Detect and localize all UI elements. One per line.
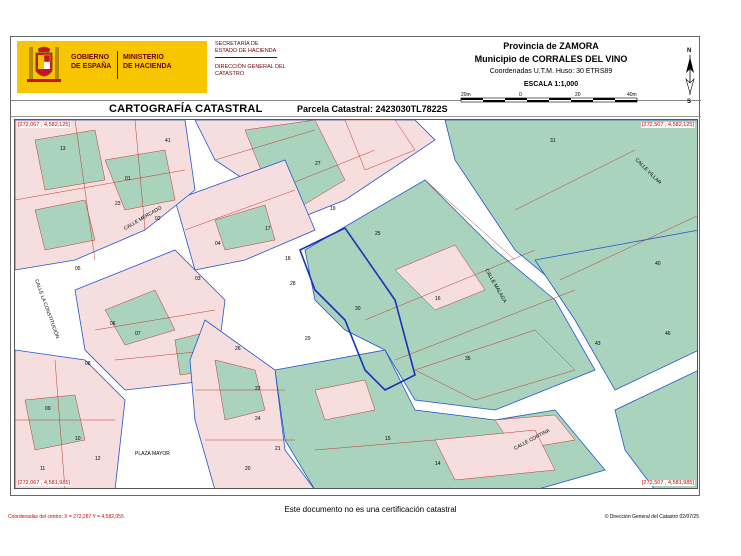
north-arrow-icon: N S <box>679 45 701 105</box>
scale-tick-label: 0 <box>519 92 522 98</box>
cadastral-map[interactable]: CALLE MALAGA CALLE VILLAR CALLE CORTINA CAL… <box>14 119 698 489</box>
parcel-number: 31 <box>550 138 556 144</box>
parcel-number: 11 <box>40 466 45 472</box>
ministerio-label: MINISTERIO DE HACIENDA <box>123 54 172 70</box>
provincia-title: Provincia de ZAMORA <box>503 41 599 51</box>
corner-coordinate-tr: [272,507 , 4,582,125] <box>641 122 695 128</box>
parcel-number: 12 <box>95 456 101 462</box>
parcela-id: Parcela Catastral: 2423030TL7822S <box>297 104 448 114</box>
parcel-number: 10 <box>75 436 81 442</box>
coat-of-arms-icon <box>25 45 63 89</box>
parcel-number: 23 <box>115 201 121 207</box>
corner-coordinate-tl: [272,067 , 4,582,125] <box>17 122 71 128</box>
secretaria-label: SECRETARÍA DE ESTADO DE HACIENDA <box>215 41 277 58</box>
parcel-number: 18 <box>285 256 291 262</box>
coordinate-system: Coordenadas U.T.M. Huso: 30 ETRS89 <box>489 68 613 75</box>
scale-segment <box>505 98 527 100</box>
scale-segment <box>571 100 593 102</box>
parcel-number: 16 <box>435 296 441 302</box>
parcel-number: 25 <box>375 231 381 237</box>
parcel-number: 13 <box>60 146 66 152</box>
municipio-title: Municipio de CORRALES DEL VINO <box>474 54 628 64</box>
parcel-number: 41 <box>165 138 171 144</box>
parcel-number: 30 <box>355 306 361 312</box>
parcel-number: 46 <box>665 331 671 337</box>
parcel-number: 27 <box>315 161 321 167</box>
parcel-number: 06 <box>110 321 116 327</box>
parcel-number: 20 <box>245 466 251 472</box>
direccion-label: DIRECCIÓN GENERAL DEL CATASTRO <box>215 64 286 77</box>
disclaimer-note: Este documento no es una certificación c… <box>284 505 457 514</box>
parcel-number: 08 <box>85 361 91 367</box>
parcel-number: 43 <box>595 341 601 347</box>
parcel-number: 02 <box>155 216 161 222</box>
cadastral-sheet: GOBIERNO DE ESPAÑA MINISTERIO DE HACIEND… <box>10 36 701 496</box>
scale-tick-label: 20 <box>575 92 581 98</box>
corner-coordinate-bl: [272,067 , 4,581,985] <box>17 480 71 486</box>
parcel-number: 35 <box>465 356 471 362</box>
scale-label: ESCALA 1:1,000 <box>523 81 579 88</box>
scale-tick-label: 20m <box>461 92 471 98</box>
scale-segment <box>461 98 483 100</box>
logo-divider <box>117 51 118 79</box>
scale-segment <box>483 100 505 102</box>
parcel-number: 03 <box>195 276 201 282</box>
parcel-number: 26 <box>235 346 241 352</box>
north-label: N <box>687 48 691 54</box>
parcel-number: 40 <box>655 261 661 267</box>
scale-segment <box>549 98 571 100</box>
parcel-number: 05 <box>75 266 81 272</box>
parcel-number: 14 <box>435 461 441 467</box>
scale-tick-label: 40m <box>627 92 637 98</box>
street-label: PLAZA MAYOR <box>135 451 170 457</box>
scale-segment <box>593 98 615 100</box>
copyright-note: © Dirección General del Catastro 02/07/2… <box>604 514 699 520</box>
parcel-number: 24 <box>255 416 261 422</box>
parcel-number: 29 <box>305 336 311 342</box>
parcel-number: 19 <box>330 206 336 212</box>
parcel-number: 01 <box>125 176 131 182</box>
title-row: CARTOGRAFÍA CATASTRAL Parcela Catastral:… <box>11 103 701 117</box>
parcel-number: 22 <box>255 386 261 392</box>
map-canvas[interactable]: CALLE MALAGACALLE VILLARCALLE CORTINACAL… <box>15 120 698 489</box>
parcel-number: 15 <box>385 436 391 442</box>
government-logo: GOBIERNO DE ESPAÑA MINISTERIO DE HACIEND… <box>17 41 207 93</box>
parcel-number: 09 <box>45 406 51 412</box>
corner-coordinate-br: [272,507 , 4,581,985] <box>641 480 695 486</box>
parcel-number: 04 <box>215 241 221 247</box>
parcel-number: 17 <box>265 226 271 232</box>
scale-segment <box>615 100 637 102</box>
parcel-number: 21 <box>275 446 281 452</box>
cartografia-title: CARTOGRAFÍA CATASTRAL <box>109 103 263 115</box>
gobierno-label: GOBIERNO DE ESPAÑA <box>71 54 112 70</box>
header: GOBIERNO DE ESPAÑA MINISTERIO DE HACIEND… <box>11 37 701 105</box>
secretaria-box: SECRETARÍA DE ESTADO DE HACIENDA DIRECCI… <box>209 41 289 93</box>
center-coordinates: Coordenadas del centro: X = 272,287 Y = … <box>8 514 124 520</box>
parcel-number: 07 <box>135 331 141 337</box>
scale-segment <box>527 100 549 102</box>
parcel-number: 28 <box>290 281 296 287</box>
